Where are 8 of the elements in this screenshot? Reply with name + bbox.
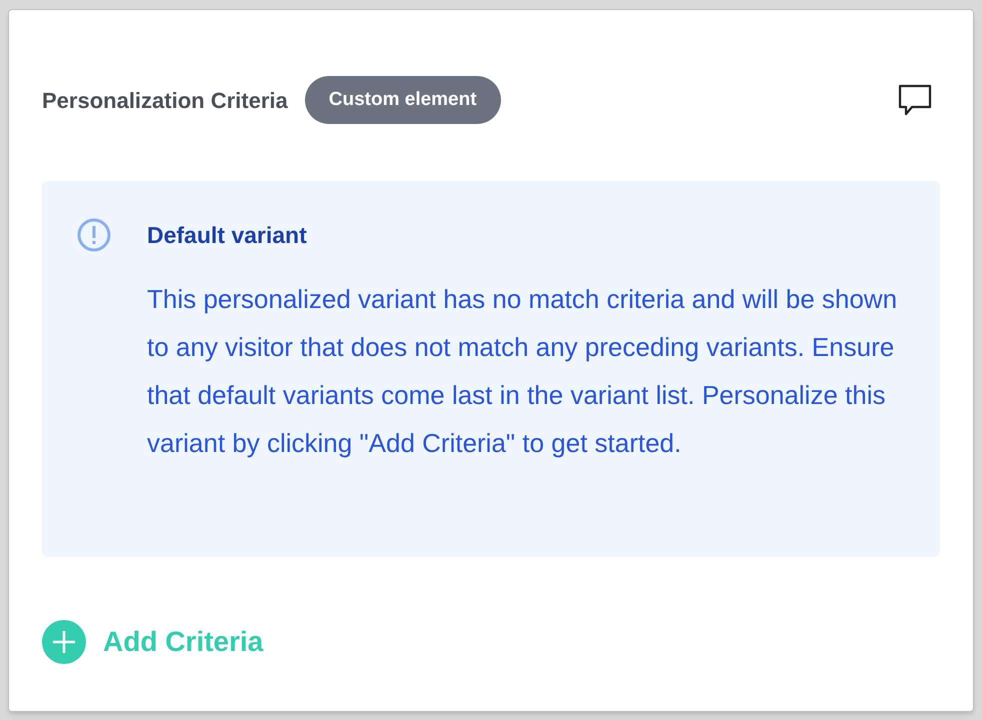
plus-icon — [42, 620, 86, 664]
comment-icon[interactable] — [898, 84, 932, 116]
add-criteria-button[interactable]: Add Criteria — [42, 620, 264, 664]
tag: Custom element — [304, 76, 501, 124]
section-title: Personalization Criteria — [42, 86, 288, 114]
info-icon — [76, 217, 112, 253]
notice-title: Default variant — [147, 221, 308, 250]
notice-text: This personalized variant has no match criteria and will be shown to any visitor that does not match any preceding variants. Ensure that default variants come last in the variant list. Personalize this variant by clicking "Add Criteria" to get started. — [147, 283, 898, 460]
